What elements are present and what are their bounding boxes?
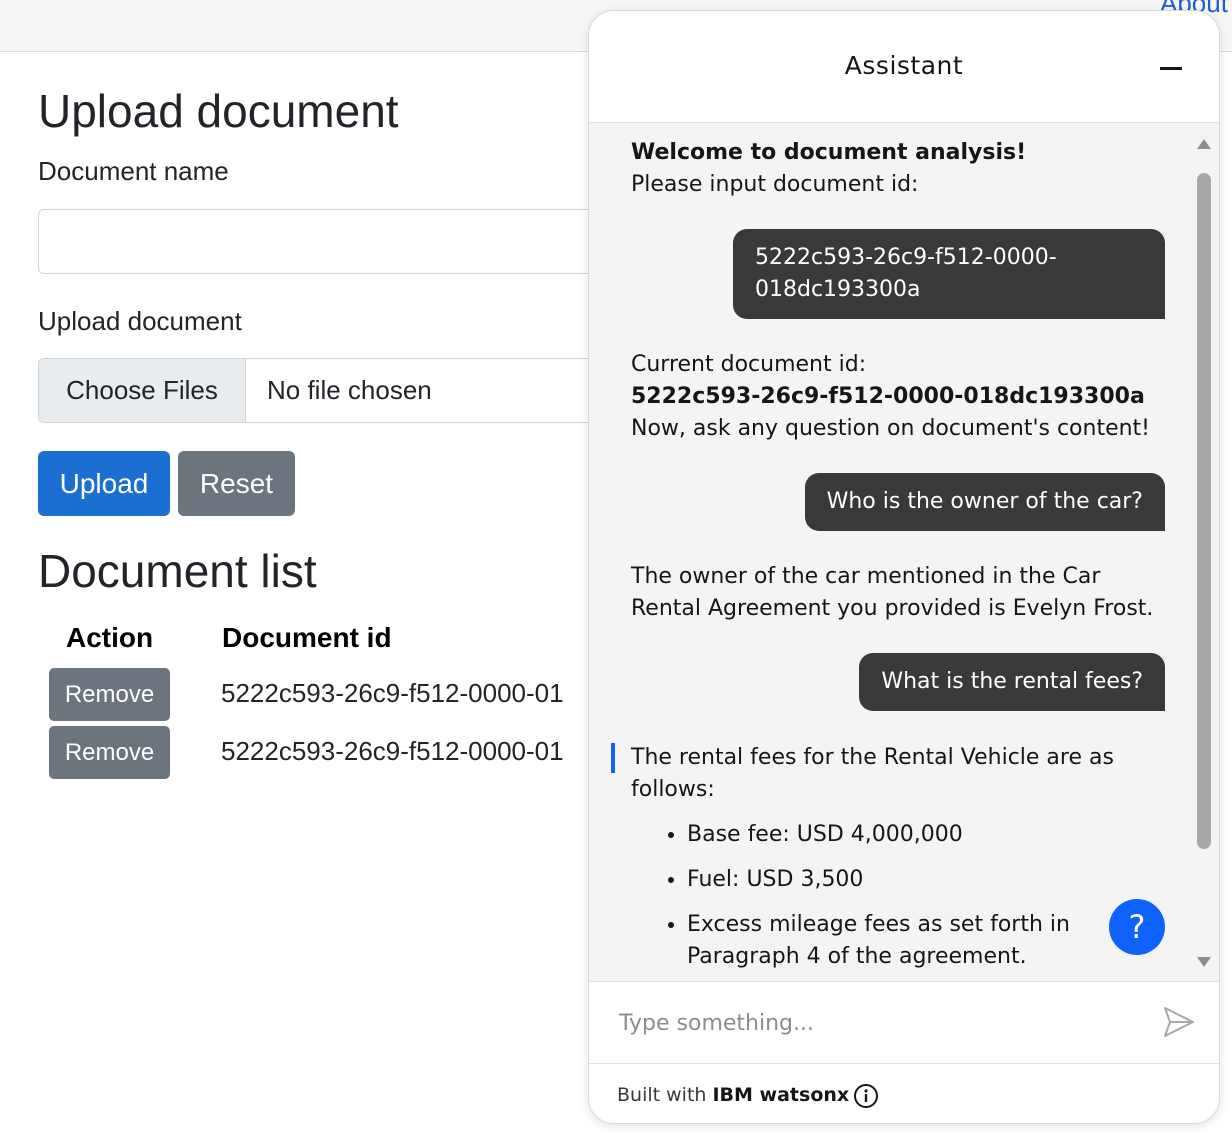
- bot-message: The owner of the car mentioned in the Ca…: [631, 564, 1154, 621]
- remove-button[interactable]: Remove: [49, 726, 170, 779]
- send-icon[interactable]: [1161, 1004, 1197, 1040]
- list-item: Fuel: USD 3,500: [687, 864, 1107, 896]
- message-focus-indicator: [611, 743, 615, 773]
- chat-scrollbar[interactable]: [1195, 135, 1213, 971]
- bot-message: The rental fees for the Rental Vehicle a…: [631, 745, 1114, 802]
- user-message: What is the rental fees?: [859, 653, 1165, 711]
- no-file-chosen-text: No file chosen: [267, 375, 432, 405]
- table-row: Remove 5222c593-26c9-f512-0000-01: [0, 726, 600, 780]
- built-with-prefix: Built with: [617, 1084, 707, 1106]
- assistant-header: Assistant: [589, 11, 1219, 123]
- upload-button[interactable]: Upload: [38, 451, 170, 516]
- bot-message: Current document id: 5222c593-26c9-f512-…: [631, 349, 1171, 445]
- file-input[interactable]: Choose Files No file chosen: [38, 358, 638, 423]
- assistant-footer: Built with IBM watsonx: [589, 1063, 1219, 1123]
- document-list-heading: Document list: [38, 545, 317, 597]
- assistant-panel: Assistant Welcome to document analysis! …: [588, 10, 1220, 1124]
- user-message: 5222c593-26c9-f512-0000-018dc193300a: [733, 229, 1165, 319]
- list-item: Excess mileage fees as set forth in Para…: [687, 909, 1107, 973]
- reset-button[interactable]: Reset: [178, 451, 295, 516]
- table-row: Remove 5222c593-26c9-f512-0000-01: [0, 668, 600, 722]
- document-name-label: Document name: [38, 156, 229, 186]
- info-icon[interactable]: [853, 1083, 879, 1109]
- list-item: Base fee: USD 4,000,000: [687, 819, 1107, 851]
- current-id-label: Current document id:: [631, 352, 867, 377]
- upload-document-label: Upload document: [38, 306, 242, 336]
- current-document-id: 5222c593-26c9-f512-0000-018dc193300a: [631, 384, 1145, 409]
- choose-files-button[interactable]: Choose Files: [39, 359, 246, 422]
- assistant-title: Assistant: [844, 51, 964, 80]
- brand-name: IBM watsonx: [712, 1084, 850, 1106]
- document-id-cell: 5222c593-26c9-f512-0000-01: [221, 678, 564, 708]
- prompt-text: Please input document id:: [631, 172, 919, 197]
- chat-messages[interactable]: Welcome to document analysis! Please inp…: [589, 123, 1219, 981]
- minimize-icon[interactable]: [1155, 53, 1187, 83]
- rental-fees-list: Base fee: USD 4,000,000 Fuel: USD 3,500 …: [687, 819, 1107, 981]
- chat-input[interactable]: [619, 1002, 1139, 1044]
- remove-button[interactable]: Remove: [49, 668, 170, 721]
- document-id-cell: 5222c593-26c9-f512-0000-01: [221, 736, 564, 766]
- scroll-up-arrow-icon[interactable]: [1197, 139, 1211, 149]
- chat-input-area: [589, 981, 1219, 1063]
- welcome-text: Welcome to document analysis!: [631, 140, 1027, 165]
- help-icon[interactable]: ?: [1109, 899, 1165, 955]
- upload-heading: Upload document: [38, 85, 399, 137]
- scroll-down-arrow-icon[interactable]: [1197, 957, 1211, 967]
- document-name-input[interactable]: [38, 209, 638, 274]
- scrollbar-thumb[interactable]: [1197, 173, 1211, 849]
- built-with-text: Built with IBM watsonx: [617, 1084, 849, 1106]
- column-header-document-id: Document id: [222, 622, 392, 653]
- user-message: Who is the owner of the car?: [804, 473, 1165, 531]
- ask-prompt-text: Now, ask any question on document's cont…: [631, 416, 1150, 441]
- bot-message: Welcome to document analysis! Please inp…: [631, 137, 1171, 201]
- column-header-action: Action: [66, 622, 154, 653]
